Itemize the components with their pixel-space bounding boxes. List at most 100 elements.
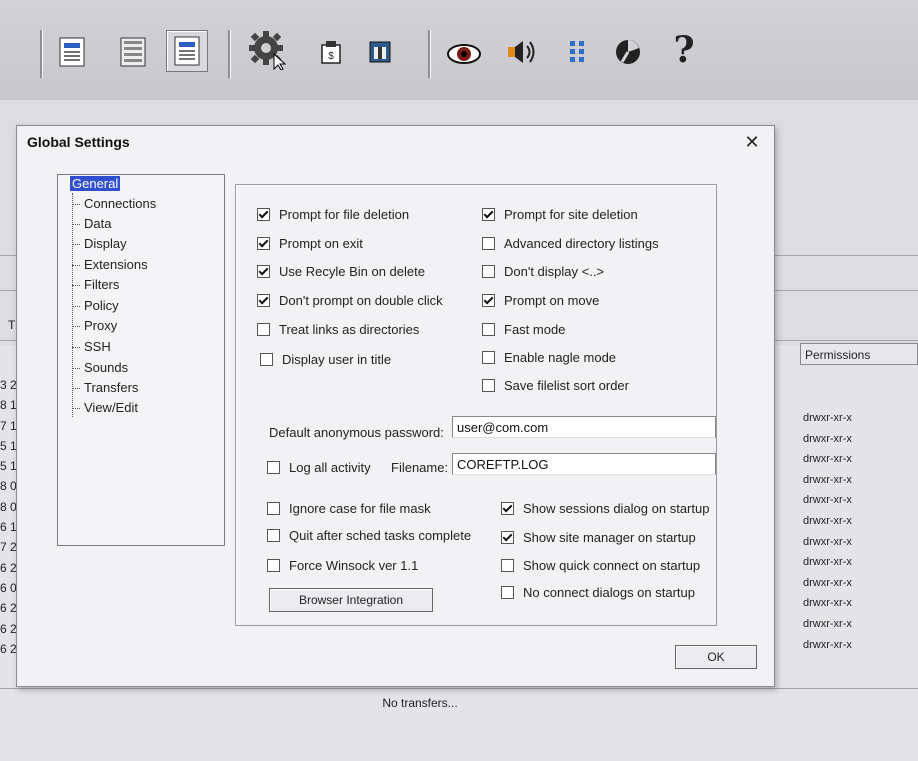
tree-item-filters[interactable]: Filters bbox=[72, 276, 121, 294]
permission-cell: drwxr-xr-x bbox=[803, 432, 852, 445]
tree-item-policy[interactable]: Policy bbox=[72, 297, 121, 315]
checkbox-box[interactable] bbox=[482, 351, 495, 364]
anon-password-field[interactable] bbox=[452, 416, 716, 438]
checkbox-box[interactable] bbox=[501, 531, 514, 544]
advanced-listings-checkbox[interactable]: Advanced directory listings bbox=[482, 236, 659, 251]
log-all-activity-checkbox[interactable]: Log all activity bbox=[267, 460, 371, 475]
permission-cell: drwxr-xr-x bbox=[803, 576, 852, 589]
tree-item-data[interactable]: Data bbox=[72, 215, 113, 233]
permission-cell: drwxr-xr-x bbox=[803, 617, 852, 630]
tree-item-extensions[interactable]: Extensions bbox=[72, 256, 150, 274]
ok-button[interactable]: OK bbox=[675, 645, 757, 669]
tree-item-connections[interactable]: Connections bbox=[72, 195, 158, 213]
text-view-icon[interactable] bbox=[52, 32, 92, 72]
show-site-manager-checkbox[interactable]: Show site manager on startup bbox=[501, 530, 696, 545]
checkbox-box[interactable] bbox=[257, 294, 270, 307]
date-fragment: 6 2 bbox=[0, 641, 16, 656]
tree-item-ssh[interactable]: SSH bbox=[72, 338, 113, 356]
checkbox-box[interactable] bbox=[482, 265, 495, 278]
checkbox-box[interactable] bbox=[501, 502, 514, 515]
preview-eye-icon[interactable] bbox=[444, 34, 484, 74]
checkbox-box[interactable] bbox=[267, 529, 280, 542]
date-fragment: 6 1 bbox=[0, 520, 16, 535]
help-icon[interactable]: ? bbox=[664, 29, 704, 71]
close-icon[interactable]: ✕ bbox=[742, 132, 762, 152]
date-fragment: 8 0 bbox=[0, 479, 16, 494]
checkbox-box[interactable] bbox=[267, 559, 280, 572]
dont-display-parent-checkbox[interactable]: Don't display <..> bbox=[482, 264, 604, 279]
tree-item-sounds[interactable]: Sounds bbox=[72, 359, 130, 377]
file-list-date-column: 3 2 8 1 7 1 5 1 5 1 8 0 8 0 6 1 7 2 6 2 6 0 6 2 6 2 6… bbox=[0, 375, 16, 659]
checkbox-box[interactable] bbox=[501, 586, 514, 599]
checkbox-box[interactable] bbox=[267, 502, 280, 515]
date-fragment: 7 1 bbox=[0, 418, 16, 433]
file-list-permissions-column: drwxr-xr-x drwxr-xr-x drwxr-xr-x drwxr-xr-x… bbox=[803, 408, 852, 655]
tree-item-display[interactable]: Display bbox=[72, 235, 129, 253]
checkbox-box[interactable] bbox=[257, 265, 270, 278]
prompt-site-deletion-checkbox[interactable]: Prompt for site deletion bbox=[482, 207, 638, 222]
tree-item-proxy[interactable]: Proxy bbox=[72, 317, 119, 335]
treat-links-directories-checkbox[interactable]: Treat links as directories bbox=[257, 322, 419, 337]
tree-item-view-edit[interactable]: View/Edit bbox=[72, 399, 140, 417]
settings-gear-icon[interactable] bbox=[248, 30, 288, 70]
date-fragment: 8 0 bbox=[0, 499, 16, 514]
permission-cell: drwxr-xr-x bbox=[803, 597, 852, 610]
toolbar-separator bbox=[228, 30, 230, 78]
show-sessions-dialog-checkbox[interactable]: Show sessions dialog on startup bbox=[501, 501, 709, 516]
transfer-icon[interactable] bbox=[558, 32, 598, 72]
status-divider bbox=[0, 688, 918, 689]
dialog-title: Global Settings bbox=[27, 134, 130, 150]
log-filename-field[interactable] bbox=[452, 453, 716, 475]
browser-integration-button[interactable]: Browser Integration bbox=[269, 588, 433, 612]
prompt-on-exit-checkbox[interactable]: Prompt on exit bbox=[257, 236, 363, 251]
checkbox-box[interactable] bbox=[260, 353, 273, 366]
prompt-file-deletion-checkbox[interactable]: Prompt for file deletion bbox=[257, 207, 409, 222]
anon-password-label: Default anonymous password: bbox=[269, 425, 444, 440]
checkbox-box[interactable] bbox=[482, 208, 495, 221]
bandwidth-icon[interactable] bbox=[608, 32, 648, 72]
checkbox-box[interactable] bbox=[482, 294, 495, 307]
permission-cell: drwxr-xr-x bbox=[803, 412, 852, 424]
checkbox-box[interactable] bbox=[482, 323, 495, 336]
nagle-mode-checkbox[interactable]: Enable nagle mode bbox=[482, 350, 616, 365]
date-fragment: 6 2 bbox=[0, 601, 16, 616]
date-fragment: 5 1 bbox=[0, 438, 16, 453]
svg-text:$: $ bbox=[328, 51, 334, 62]
hex-view-icon[interactable] bbox=[113, 32, 153, 72]
filename-label: Filename: bbox=[391, 460, 449, 475]
no-connect-dialogs-checkbox[interactable]: No connect dialogs on startup bbox=[501, 585, 695, 600]
permission-cell: drwxr-xr-x bbox=[803, 453, 852, 466]
checkbox-box[interactable] bbox=[257, 208, 270, 221]
checkbox-box[interactable] bbox=[257, 323, 270, 336]
permission-cell: drwxr-xr-x bbox=[803, 535, 852, 548]
recycle-bin-checkbox[interactable]: Use Recyle Bin on delete bbox=[257, 264, 425, 279]
checkbox-box[interactable] bbox=[501, 559, 514, 572]
quit-after-sched-checkbox[interactable]: Quit after sched tasks complete bbox=[267, 528, 471, 543]
show-quick-connect-checkbox[interactable]: Show quick connect on startup bbox=[501, 558, 700, 573]
checkbox-box[interactable] bbox=[482, 237, 495, 250]
tree-item-transfers[interactable]: Transfers bbox=[72, 379, 140, 397]
tree-item-general[interactable]: General bbox=[70, 175, 121, 193]
main-toolbar: $ ? bbox=[0, 0, 918, 101]
display-user-title-checkbox[interactable]: Display user in title bbox=[260, 352, 391, 367]
ignore-case-file-mask-checkbox[interactable]: Ignore case for file mask bbox=[267, 501, 431, 516]
quick-connect-icon[interactable] bbox=[360, 32, 400, 72]
checkbox-box[interactable] bbox=[482, 379, 495, 392]
save-sort-order-checkbox[interactable]: Save filelist sort order bbox=[482, 378, 629, 393]
site-manager-icon[interactable]: $ bbox=[312, 32, 352, 72]
fast-mode-checkbox[interactable]: Fast mode bbox=[482, 322, 565, 337]
sound-icon[interactable] bbox=[502, 32, 542, 72]
transfer-status: No transfers... bbox=[382, 696, 458, 710]
permissions-column-header[interactable]: Permissions bbox=[800, 343, 918, 365]
text-view-alt-icon[interactable] bbox=[166, 30, 208, 72]
permission-cell: drwxr-xr-x bbox=[803, 473, 852, 486]
prompt-on-move-checkbox[interactable]: Prompt on move bbox=[482, 293, 599, 308]
date-fragment: 5 1 bbox=[0, 459, 16, 474]
no-prompt-double-click-checkbox[interactable]: Don't prompt on double click bbox=[257, 293, 443, 308]
date-fragment: 7 2 bbox=[0, 540, 16, 555]
checkbox-box[interactable] bbox=[257, 237, 270, 250]
checkbox-box[interactable] bbox=[267, 461, 280, 474]
toolbar-separator bbox=[40, 30, 42, 78]
force-winsock-checkbox[interactable]: Force Winsock ver 1.1 bbox=[267, 558, 418, 573]
toolbar-separator bbox=[428, 30, 430, 78]
